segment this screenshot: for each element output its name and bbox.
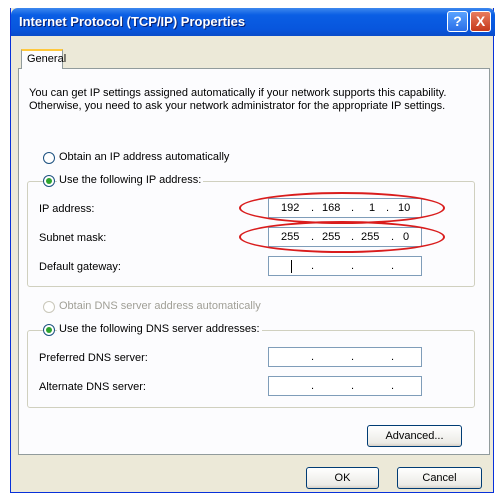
dot: . [351,260,355,272]
tab-general[interactable]: General [21,49,66,69]
dot: . [391,351,395,363]
dot: . [311,351,315,363]
use-following-ip-label: Use the following IP address: [57,174,204,186]
dot: . [351,351,355,363]
default-gateway-field[interactable]: . . . [268,256,422,276]
alternate-dns-label: Alternate DNS server: [39,381,146,393]
use-following-ip-radio[interactable] [43,175,55,187]
ok-button[interactable]: OK [306,467,379,489]
obtain-dns-auto-radio[interactable] [43,301,55,313]
preferred-dns-field[interactable]: . . . [268,347,422,367]
use-following-dns-radio[interactable] [43,324,55,336]
description-text: You can get IP settings assigned automat… [29,87,447,112]
preferred-dns-label: Preferred DNS server: [39,352,148,364]
dot: . [351,380,355,392]
help-button[interactable]: ? [447,11,468,32]
dialog-window: Internet Protocol (TCP/IP) Properties ? … [10,8,495,493]
dns-server-group [27,330,475,408]
advanced-button[interactable]: Advanced... [367,425,462,447]
use-following-dns-label: Use the following DNS server addresses: [57,323,262,335]
dot: . [311,380,315,392]
subnet-mask-label: Subnet mask: [39,232,107,244]
default-gateway-label: Default gateway: [39,261,121,273]
title-bar[interactable]: Internet Protocol (TCP/IP) Properties ? … [11,8,495,36]
annotation-circle-subnet [239,221,445,253]
dot: . [311,260,315,272]
cancel-button[interactable]: Cancel [397,467,482,489]
text-cursor [291,260,292,273]
alternate-dns-field[interactable]: . . . [268,376,422,396]
dot: . [391,380,395,392]
ip-address-label: IP address: [39,203,95,215]
obtain-ip-auto-radio[interactable] [43,152,55,164]
obtain-ip-auto-label: Obtain an IP address automatically [59,151,230,163]
close-button[interactable]: X [470,11,491,32]
annotation-circle-ip [239,192,445,224]
window-title: Internet Protocol (TCP/IP) Properties [19,14,246,29]
obtain-dns-auto-label: Obtain DNS server address automatically [59,300,261,312]
dot: . [391,260,395,272]
